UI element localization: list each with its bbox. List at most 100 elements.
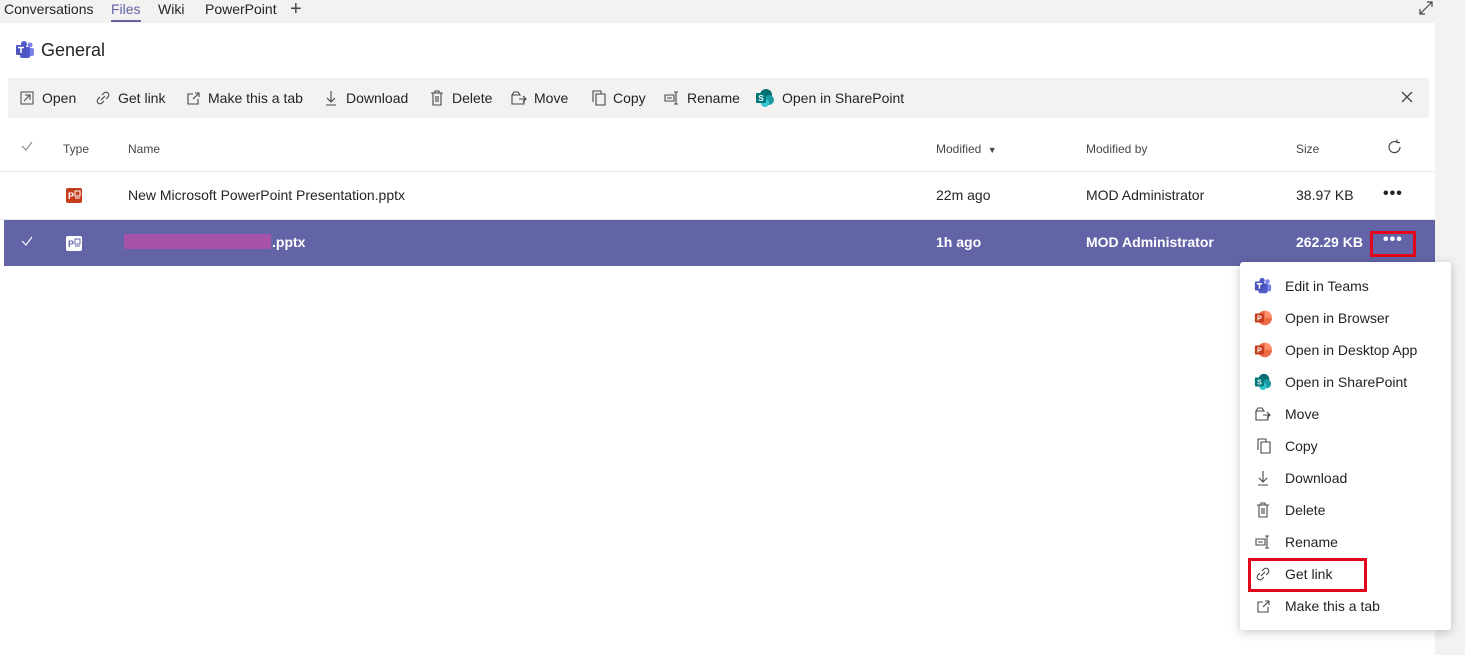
- menu-item-label: Move: [1285, 406, 1320, 422]
- menu-item-label: Edit in Teams: [1285, 278, 1369, 294]
- copy-icon: [590, 90, 606, 106]
- menu-item-get-link[interactable]: Get link: [1240, 558, 1451, 590]
- move-icon: [511, 90, 527, 106]
- column-name[interactable]: Name: [128, 142, 160, 156]
- column-type[interactable]: Type: [63, 142, 89, 156]
- table-row[interactable]: P New Microsoft PowerPoint Presentation.…: [0, 172, 1435, 220]
- menu-item-open-in-sharepoint[interactable]: S Open in SharePoint: [1240, 366, 1451, 398]
- file-modified: 1h ago: [936, 234, 982, 250]
- download-icon: [1254, 469, 1272, 487]
- more-options-button[interactable]: •••: [1383, 231, 1403, 249]
- get-link-label: Get link: [118, 90, 166, 106]
- menu-item-download[interactable]: Download: [1240, 462, 1451, 494]
- rename-label: Rename: [687, 90, 740, 106]
- tab-conversations[interactable]: Conversations: [4, 0, 94, 18]
- move-icon: [1254, 405, 1272, 423]
- column-modified-label: Modified: [936, 142, 982, 156]
- menu-item-open-in-desktop-app[interactable]: P Open in Desktop App: [1240, 334, 1451, 366]
- open-sharepoint-button[interactable]: S Open in SharePoint: [755, 78, 904, 118]
- context-menu: Edit in Teams P Open in Browser P Open i…: [1240, 262, 1451, 630]
- delete-label: Delete: [452, 90, 493, 106]
- powerpoint-icon: P: [1254, 309, 1272, 327]
- open-icon: [19, 90, 35, 106]
- svg-text:P: P: [68, 239, 74, 249]
- menu-item-label: Delete: [1285, 502, 1326, 518]
- delete-icon: [429, 90, 445, 106]
- row-checkmark-icon[interactable]: [20, 234, 34, 250]
- svg-text:P: P: [68, 191, 74, 201]
- tab-files[interactable]: Files: [111, 0, 141, 22]
- move-label: Move: [534, 90, 569, 106]
- powerpoint-icon: P: [1254, 341, 1272, 359]
- menu-item-label: Download: [1285, 470, 1348, 486]
- sharepoint-icon: S: [1254, 373, 1272, 391]
- copy-label: Copy: [613, 90, 646, 106]
- rename-icon: [1254, 533, 1272, 551]
- teams-icon: [15, 40, 35, 60]
- open-button[interactable]: Open: [19, 78, 76, 118]
- menu-item-delete[interactable]: Delete: [1240, 494, 1451, 526]
- expand-icon[interactable]: [1418, 0, 1434, 19]
- more-options-button[interactable]: •••: [1383, 185, 1403, 203]
- link-icon: [1254, 565, 1272, 583]
- open-sharepoint-label: Open in SharePoint: [782, 90, 905, 106]
- download-icon: [323, 90, 339, 106]
- powerpoint-file-icon: P: [66, 236, 82, 251]
- menu-item-move[interactable]: Move: [1240, 398, 1451, 430]
- make-tab-button[interactable]: Make this a tab: [185, 78, 303, 118]
- refresh-icon[interactable]: [1387, 139, 1403, 158]
- file-modified-by: MOD Administrator: [1086, 187, 1205, 203]
- file-modified: 22m ago: [936, 187, 991, 203]
- channel-tab-bar: Conversations Files Wiki PowerPoint +: [0, 0, 1435, 22]
- column-modified[interactable]: Modified ▼: [936, 142, 997, 156]
- file-size: 262.29 KB: [1296, 234, 1363, 250]
- download-button[interactable]: Download: [323, 78, 408, 118]
- table-header: Type Name Modified ▼ Modified by Size: [0, 128, 1435, 172]
- menu-item-label: Get link: [1285, 566, 1333, 582]
- menu-item-label: Copy: [1285, 438, 1318, 454]
- channel-header: General: [15, 38, 105, 62]
- close-icon[interactable]: [1400, 89, 1414, 107]
- menu-item-label: Open in Browser: [1285, 310, 1390, 326]
- rename-button[interactable]: Rename: [664, 78, 740, 118]
- sharepoint-icon: S: [755, 88, 775, 108]
- menu-item-make-this-a-tab[interactable]: Make this a tab: [1240, 590, 1451, 622]
- file-size: 38.97 KB: [1296, 187, 1354, 203]
- tab-powerpoint[interactable]: PowerPoint: [205, 0, 277, 18]
- move-button[interactable]: Move: [511, 78, 568, 118]
- open-label: Open: [42, 90, 77, 106]
- files-panel: General Open Get link Make this a tab Do…: [0, 23, 1435, 655]
- menu-item-label: Make this a tab: [1285, 598, 1380, 614]
- column-modified-by[interactable]: Modified by: [1086, 142, 1147, 156]
- tab-wiki[interactable]: Wiki: [158, 0, 184, 18]
- svg-text:P: P: [1257, 346, 1262, 355]
- delete-button[interactable]: Delete: [429, 78, 492, 118]
- rename-icon: [664, 90, 680, 106]
- copy-icon: [1254, 437, 1272, 455]
- menu-item-label: Rename: [1285, 534, 1338, 550]
- menu-item-label: Open in SharePoint: [1285, 374, 1408, 390]
- add-tab-icon[interactable]: +: [290, 0, 302, 21]
- file-modified-by: MOD Administrator: [1086, 234, 1214, 250]
- tab-icon: [1254, 597, 1272, 615]
- sort-down-icon: ▼: [987, 145, 997, 155]
- file-name[interactable]: .pptx: [124, 234, 305, 250]
- menu-item-open-in-browser[interactable]: P Open in Browser: [1240, 302, 1451, 334]
- menu-item-label: Open in Desktop App: [1285, 342, 1418, 358]
- file-name[interactable]: New Microsoft PowerPoint Presentation.pp…: [128, 187, 405, 203]
- copy-button[interactable]: Copy: [590, 78, 646, 118]
- teams-icon: [1254, 277, 1272, 295]
- make-tab-label: Make this a tab: [208, 90, 303, 106]
- column-size[interactable]: Size: [1296, 142, 1319, 156]
- select-all-checkmark-icon[interactable]: [20, 140, 34, 155]
- get-link-button[interactable]: Get link: [95, 78, 165, 118]
- menu-item-copy[interactable]: Copy: [1240, 430, 1451, 462]
- page-title: General: [41, 39, 106, 60]
- menu-item-edit-in-teams[interactable]: Edit in Teams: [1240, 270, 1451, 302]
- delete-icon: [1254, 501, 1272, 519]
- download-label: Download: [346, 90, 409, 106]
- table-row-selected[interactable]: P .pptx 1h ago MOD Administrator 262.29 …: [4, 220, 1435, 266]
- powerpoint-file-icon: P: [66, 188, 82, 203]
- menu-item-rename[interactable]: Rename: [1240, 526, 1451, 558]
- file-name-extension: .pptx: [272, 234, 306, 250]
